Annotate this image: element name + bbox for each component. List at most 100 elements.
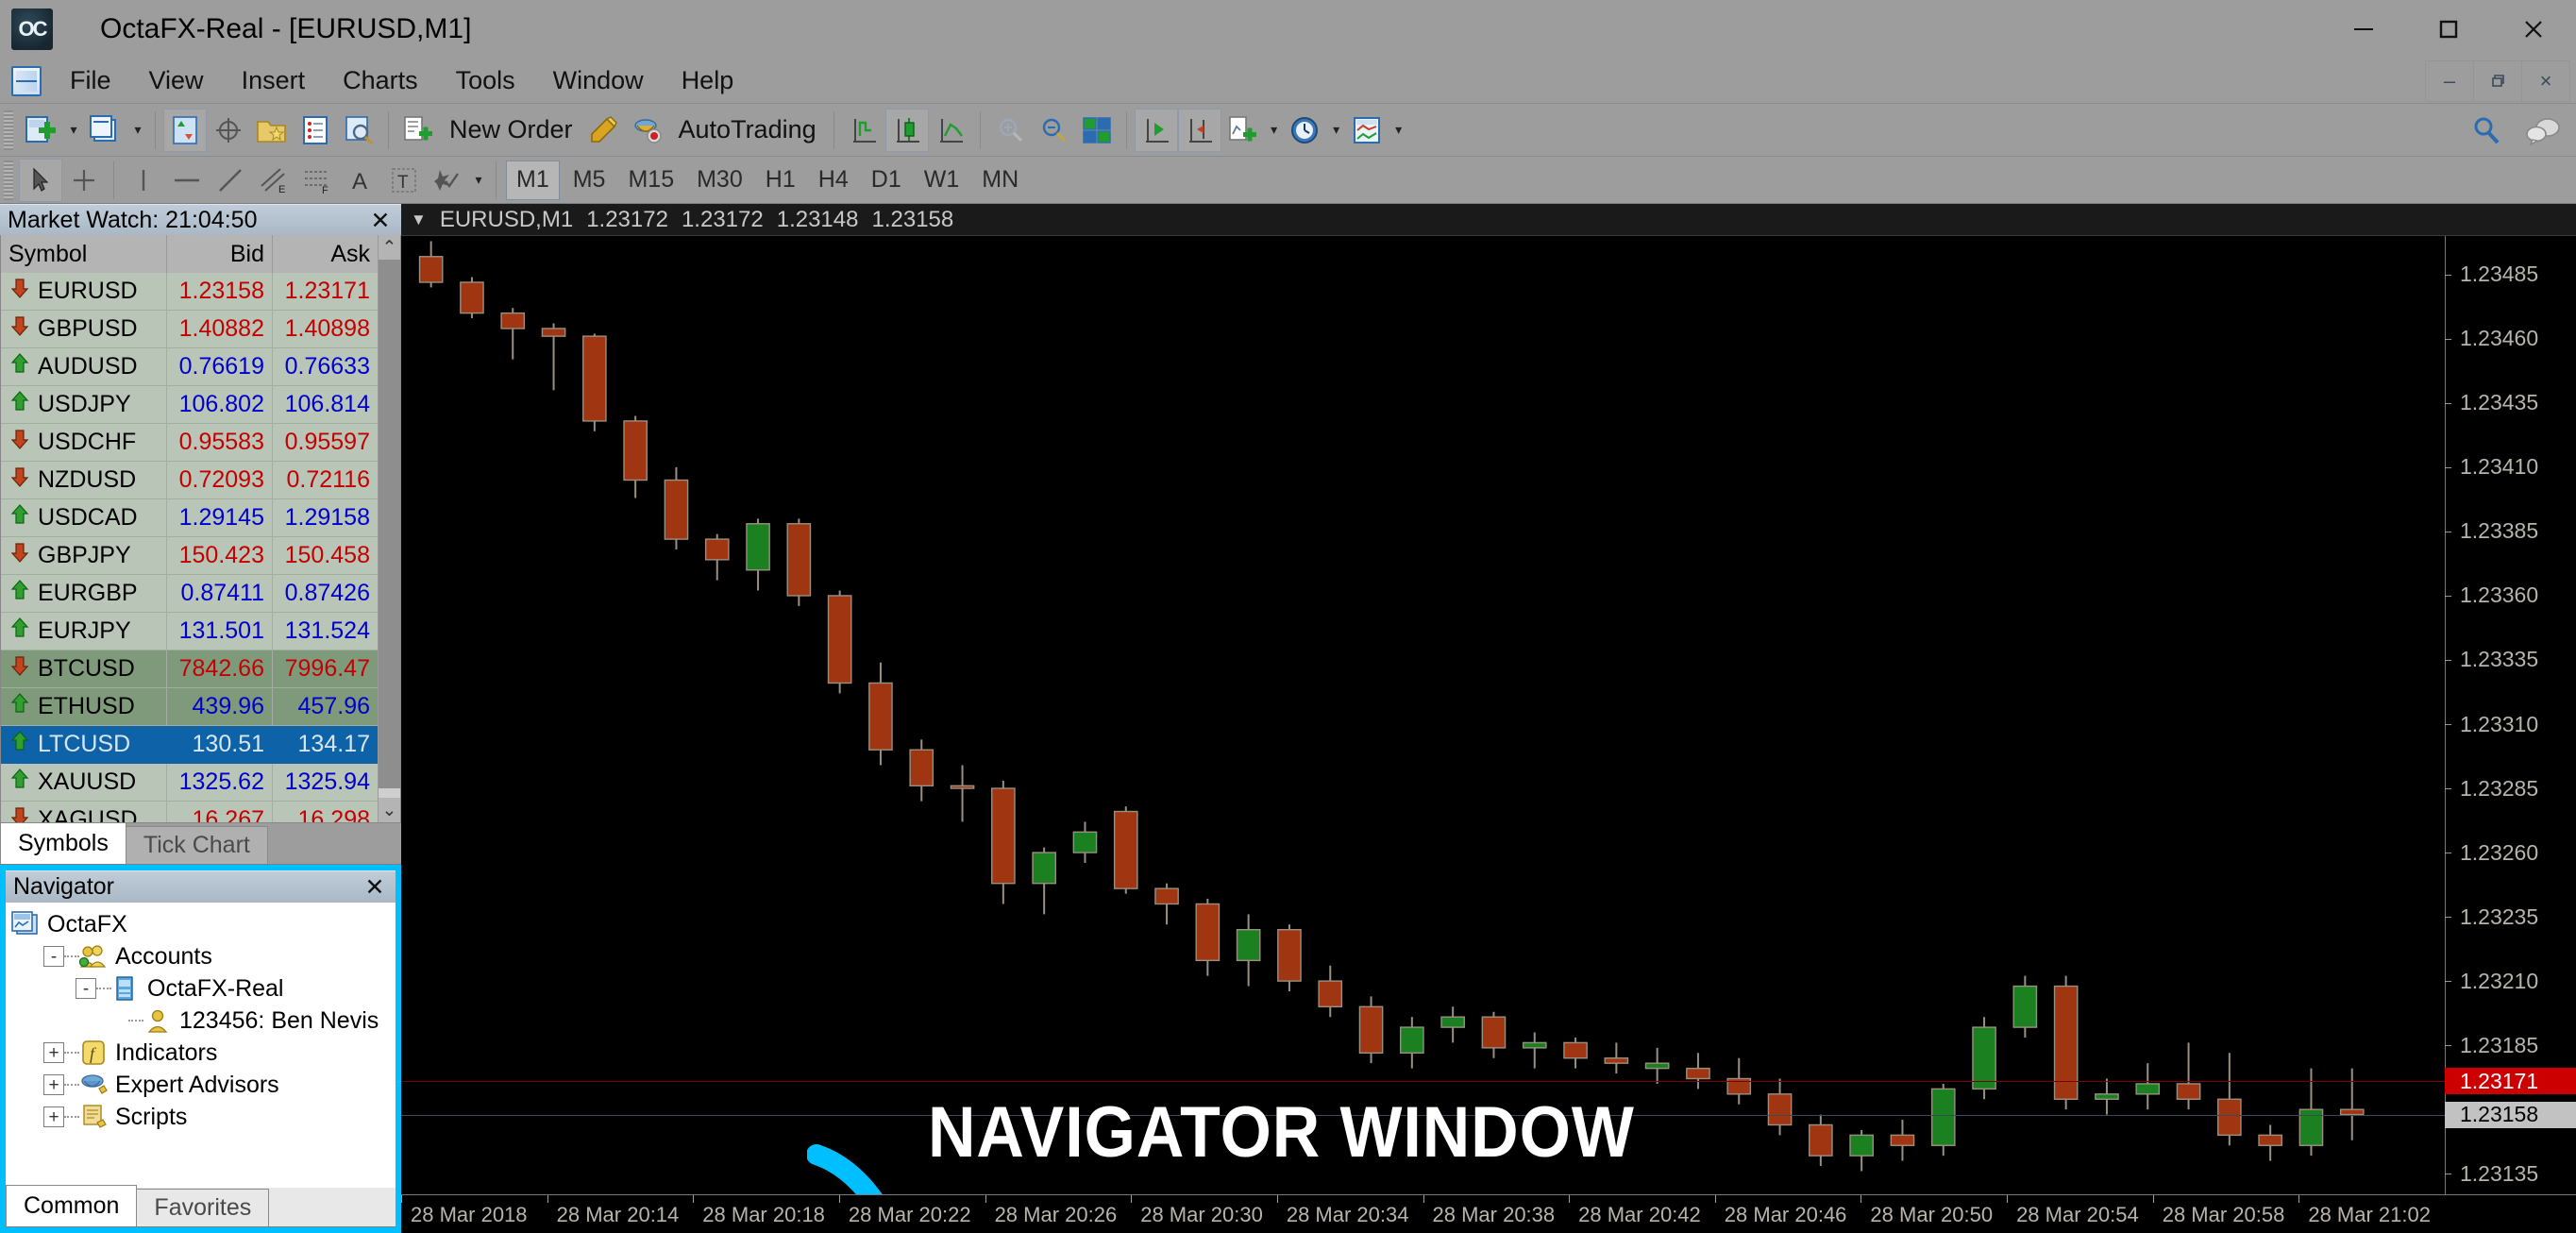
crosshair-icon[interactable] <box>62 159 106 202</box>
collapse-caret-icon[interactable]: ▼ <box>411 211 427 229</box>
mdi-close-button[interactable]: × <box>2521 59 2570 102</box>
market-watch-row-gbpusd[interactable]: GBPUSD 1.40882 1.40898 <box>1 311 400 349</box>
strategy-tester-icon[interactable] <box>337 109 380 152</box>
market-watch-row-eurjpy[interactable]: EURJPY 131.501 131.524 <box>1 613 400 651</box>
trendline-icon[interactable] <box>209 159 252 202</box>
navigator-node-octafx-real[interactable]: - OctaFX-Real <box>11 972 396 1005</box>
navigator-icon[interactable] <box>250 109 294 152</box>
new-order-button[interactable]: New Order <box>440 115 582 144</box>
mdi-restore-button[interactable] <box>2473 59 2522 102</box>
timeframe-m1[interactable]: M1 <box>506 160 560 200</box>
chart-shift-icon[interactable] <box>1177 108 1221 152</box>
bar-chart-icon[interactable] <box>842 109 885 152</box>
new-order-icon[interactable] <box>396 109 440 152</box>
timeframe-w1[interactable]: W1 <box>915 160 969 200</box>
market-watch-row-btcusd[interactable]: BTCUSD 7842.66 7996.47 <box>1 650 400 689</box>
metaeditor-icon[interactable] <box>582 109 626 152</box>
timeframe-d1[interactable]: D1 <box>862 160 911 200</box>
market-watch-row-xauusd[interactable]: XAUUSD 1325.62 1325.94 <box>1 764 400 802</box>
collapse-expander-icon[interactable]: - <box>76 978 96 999</box>
horizontal-line-icon[interactable] <box>165 159 209 202</box>
templates-dropdown-icon[interactable]: ▾ <box>1389 122 1408 138</box>
menu-help[interactable]: Help <box>663 59 753 104</box>
timeframe-m5[interactable]: M5 <box>564 160 615 200</box>
vertical-line-icon[interactable] <box>122 159 165 202</box>
minimize-button[interactable] <box>2321 0 2406 59</box>
market-watch-close-icon[interactable]: ✕ <box>367 205 394 237</box>
timeframe-h4[interactable]: H4 <box>809 160 858 200</box>
cursor-icon[interactable] <box>19 158 62 202</box>
menu-charts[interactable]: Charts <box>324 59 437 104</box>
text-label-icon[interactable]: T <box>382 159 426 202</box>
menu-tools[interactable]: Tools <box>437 59 534 104</box>
expand-expander-icon[interactable]: + <box>43 1042 64 1063</box>
auto-scroll-icon[interactable] <box>1134 108 1178 152</box>
toolbar-grip[interactable] <box>4 110 13 150</box>
market-watch-row-usdcad[interactable]: USDCAD 1.29145 1.29158 <box>1 499 400 538</box>
scroll-down-icon[interactable]: ⌄ <box>379 798 400 822</box>
navigator-node-indicators[interactable]: + f Indicators <box>11 1037 396 1069</box>
market-watch-row-usdjpy[interactable]: USDJPY 106.802 106.814 <box>1 386 400 425</box>
navigator-node-accounts[interactable]: - Accounts <box>11 940 396 972</box>
tab-tick-chart[interactable]: Tick Chart <box>125 826 268 864</box>
menu-insert[interactable]: Insert <box>223 59 325 104</box>
search-icon[interactable] <box>2465 109 2508 152</box>
profiles-icon[interactable] <box>83 109 128 152</box>
menu-window[interactable]: Window <box>534 59 663 104</box>
column-header-bid[interactable]: Bid <box>167 235 273 274</box>
market-watch-icon[interactable] <box>163 108 207 152</box>
tab-common[interactable]: Common <box>6 1185 138 1226</box>
scrollbar-thumb[interactable] <box>379 260 400 789</box>
column-header-ask[interactable]: Ask <box>273 235 379 274</box>
indicators-icon[interactable] <box>1221 109 1265 152</box>
zoom-out-icon[interactable] <box>1032 109 1075 152</box>
profiles-dropdown-icon[interactable]: ▾ <box>128 122 147 138</box>
navigator-node-scripts[interactable]: + Scripts <box>11 1101 396 1133</box>
shapes-icon[interactable] <box>426 159 469 202</box>
market-watch-row-audusd[interactable]: AUDUSD 0.76619 0.76633 <box>1 348 400 387</box>
timeframe-mn[interactable]: MN <box>972 160 1028 200</box>
menu-file[interactable]: File <box>51 59 130 104</box>
timeframe-m15[interactable]: M15 <box>618 160 683 200</box>
timeframe-m30[interactable]: M30 <box>687 160 752 200</box>
maximize-button[interactable] <box>2406 0 2491 59</box>
text-icon[interactable]: A <box>339 159 382 202</box>
navigator-node-expert-advisors[interactable]: + Expert Advisors <box>11 1069 396 1101</box>
equidistant-channel-icon[interactable]: E <box>252 159 295 202</box>
market-watch-row-nzdusd[interactable]: NZDUSD 0.72093 0.72116 <box>1 462 400 500</box>
new-chart-icon[interactable] <box>19 109 64 152</box>
close-button[interactable] <box>2491 0 2576 59</box>
line-chart-icon[interactable] <box>929 109 972 152</box>
autotrading-icon[interactable] <box>626 109 669 152</box>
candlestick-chart-icon[interactable] <box>884 108 929 152</box>
market-watch-row-eurusd[interactable]: EURUSD 1.23158 1.23171 <box>1 273 400 312</box>
terminal-icon[interactable] <box>294 109 337 152</box>
linebar-grip[interactable] <box>4 160 13 200</box>
market-watch-scrollbar[interactable]: ⌃ ⌄ <box>378 235 400 822</box>
market-watch-row-eurgbp[interactable]: EURGBP 0.87411 0.87426 <box>1 575 400 614</box>
navigator-close-icon[interactable]: ✕ <box>362 871 388 904</box>
tile-windows-icon[interactable] <box>1075 109 1119 152</box>
market-watch-row-usdchf[interactable]: USDCHF 0.95583 0.95597 <box>1 424 400 463</box>
new-chart-dropdown-icon[interactable]: ▾ <box>64 122 83 138</box>
expand-expander-icon[interactable]: + <box>43 1106 64 1127</box>
tab-favorites[interactable]: Favorites <box>136 1189 270 1226</box>
column-header-symbol[interactable]: Symbol <box>1 235 167 274</box>
market-watch-row-xagusd[interactable]: XAGUSD 16.267 16.298 <box>1 802 400 822</box>
market-watch-row-gbpjpy[interactable]: GBPJPY 150.423 150.458 <box>1 537 400 576</box>
price-axis[interactable]: 1.23485 1.23460 1.23435 1.23410 1.23385 1.233… <box>2445 236 2576 1194</box>
fibonacci-retracement-icon[interactable]: F <box>295 159 339 202</box>
market-watch-row-ltcusd[interactable]: LTCUSD 130.51 134.17 <box>1 726 400 765</box>
menu-view[interactable]: View <box>130 59 223 104</box>
timeframe-h1[interactable]: H1 <box>756 160 805 200</box>
periods-icon[interactable] <box>1284 109 1327 152</box>
data-window-icon[interactable] <box>207 109 250 152</box>
zoom-in-icon[interactable] <box>988 109 1032 152</box>
chart-canvas-area[interactable]: 1.23485 1.23460 1.23435 1.23410 1.23385 1.233… <box>401 236 2576 1194</box>
scroll-up-icon[interactable]: ⌃ <box>379 235 400 261</box>
periods-dropdown-icon[interactable]: ▾ <box>1327 122 1346 138</box>
collapse-expander-icon[interactable]: - <box>43 946 64 967</box>
expand-expander-icon[interactable]: + <box>43 1074 64 1095</box>
navigator-node-octafx[interactable]: OctaFX <box>11 908 396 940</box>
tab-symbols[interactable]: Symbols <box>0 822 126 864</box>
